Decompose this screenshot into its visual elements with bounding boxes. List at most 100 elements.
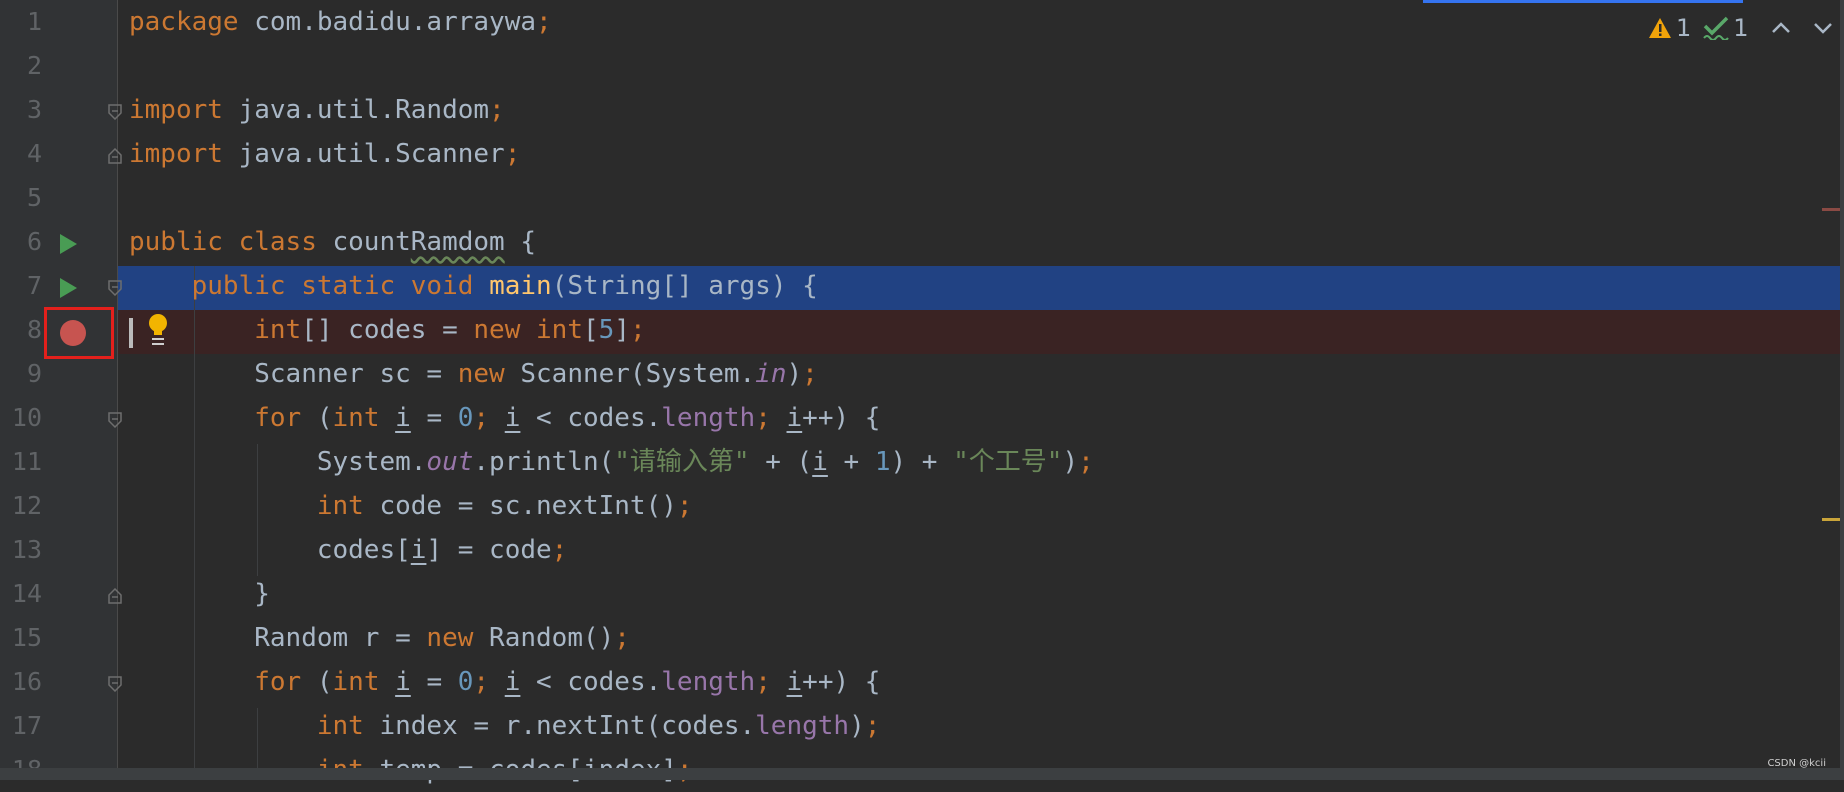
code-token: = — [410, 667, 458, 697]
code-line[interactable]: 10 for (int i = 0; i < codes.length; i++… — [0, 396, 1844, 440]
code-line[interactable]: 16 for (int i = 0; i < codes.length; i++… — [0, 660, 1844, 704]
code-line[interactable]: 14 } — [0, 572, 1844, 616]
code-line[interactable]: 6 public class countRamdom { — [0, 220, 1844, 264]
line-number[interactable]: 15 — [0, 616, 42, 660]
typo-check-icon — [1703, 16, 1730, 40]
previous-highlight-icon[interactable] — [1769, 18, 1793, 38]
code-line[interactable]: 17 int index = r.nextInt(codes.length); — [0, 704, 1844, 748]
code-token: i — [395, 403, 411, 433]
code-token: i — [786, 403, 803, 433]
code-token: Random() — [489, 623, 615, 653]
inspection-widget[interactable]: 1 1 — [1648, 12, 1835, 44]
watermark: CSDN @kcii — [1767, 758, 1826, 769]
code-line[interactable]: 1 package com.badidu.arraywa; — [0, 0, 1844, 44]
navigation-bar-indicator — [1423, 0, 1743, 3]
line-number[interactable]: 17 — [0, 704, 42, 748]
code-line[interactable]: 4 import java.util.Scanner; — [0, 132, 1844, 176]
code-line[interactable]: 7 public static void main(String[] args)… — [0, 264, 1844, 308]
typos-indicator[interactable]: 1 — [1703, 14, 1749, 42]
line-number[interactable]: 8 — [0, 308, 42, 352]
run-main-icon[interactable] — [60, 278, 77, 298]
code-line[interactable]: 13 codes[i] = code; — [0, 528, 1844, 572]
code-token: ) + — [890, 447, 954, 477]
code-text[interactable]: } — [129, 572, 270, 616]
code-token: int — [316, 491, 380, 521]
code-token: java.util.Scanner — [238, 139, 505, 169]
code-text[interactable]: System.out.println("请输入第" + (i + 1) + "个… — [129, 440, 1094, 484]
code-token: main — [489, 271, 552, 301]
fold-icon[interactable] — [108, 280, 122, 296]
line-number[interactable]: 1 — [0, 0, 42, 44]
code-token: codes[ — [316, 535, 411, 565]
line-number[interactable]: 12 — [0, 484, 42, 528]
line-number[interactable]: 2 — [0, 44, 42, 88]
code-line[interactable]: 3 import java.util.Random; — [0, 88, 1844, 132]
fold-end-icon[interactable] — [108, 148, 122, 164]
lightbulb-icon[interactable] — [146, 312, 170, 348]
line-number[interactable]: 10 — [0, 396, 42, 440]
vertical-scrollbar[interactable] — [1840, 0, 1844, 768]
error-stripe-mark[interactable] — [1822, 208, 1840, 211]
code-token: Ramdom — [410, 227, 505, 257]
code-text[interactable]: package com.badidu.arraywa; — [129, 0, 552, 44]
fold-icon[interactable] — [108, 104, 122, 120]
code-line[interactable]: 9 Scanner sc = new Scanner(System.in); — [0, 352, 1844, 396]
line-number[interactable]: 6 — [0, 220, 42, 264]
code-line[interactable]: 8 int[] codes = new int[5]; — [0, 308, 1844, 352]
run-class-icon[interactable] — [60, 234, 77, 254]
code-line[interactable]: 11 System.out.println("请输入第" + (i + 1) +… — [0, 440, 1844, 484]
line-number[interactable]: 3 — [0, 88, 42, 132]
code-token: length — [755, 711, 850, 741]
breakpoint-annotation-frame — [44, 307, 114, 359]
line-number[interactable]: 9 — [0, 352, 42, 396]
next-highlight-icon[interactable] — [1811, 18, 1835, 38]
line-number[interactable]: 5 — [0, 176, 42, 220]
code-token: int — [536, 315, 583, 345]
code-token: public — [129, 227, 239, 257]
code-text[interactable]: public static void main(String[] args) { — [129, 264, 818, 308]
code-text[interactable]: Scanner sc = new Scanner(System.in); — [129, 352, 818, 396]
code-editor[interactable]: 1 package com.badidu.arraywa; 2 3 import jav… — [0, 0, 1844, 785]
code-token: ( — [316, 403, 333, 433]
line-number[interactable]: 13 — [0, 528, 42, 572]
code-text[interactable]: codes[i] = code; — [129, 528, 567, 572]
fold-icon[interactable] — [108, 676, 122, 692]
line-number[interactable]: 14 — [0, 572, 42, 616]
code-token: new — [426, 623, 490, 653]
code-text[interactable]: import java.util.Random; — [129, 88, 505, 132]
code-text[interactable]: public class countRamdom { — [129, 220, 536, 264]
code-text[interactable]: int code = sc.nextInt(); — [129, 484, 693, 528]
code-line[interactable]: 15 Random r = new Random(); — [0, 616, 1844, 660]
code-token: ; — [676, 491, 693, 521]
code-text[interactable]: for (int i = 0; i < codes.length; i++) { — [129, 396, 880, 440]
code-token: i — [786, 667, 803, 697]
code-token: static — [301, 271, 411, 301]
code-token: ; — [629, 315, 646, 345]
code-text[interactable]: for (int i = 0; i < codes.length; i++) { — [129, 660, 880, 704]
code-token: ; — [473, 403, 505, 433]
code-token: ) — [849, 711, 865, 741]
code-line[interactable]: 5 — [0, 176, 1844, 220]
warnings-indicator[interactable]: 1 — [1648, 14, 1691, 42]
code-token: ] = code — [426, 535, 552, 565]
fold-icon[interactable] — [108, 412, 122, 428]
code-text[interactable]: int index = r.nextInt(codes.length); — [129, 704, 881, 748]
line-number[interactable]: 4 — [0, 132, 42, 176]
line-number[interactable]: 7 — [0, 264, 42, 308]
line-number[interactable]: 16 — [0, 660, 42, 704]
fold-end-icon[interactable] — [108, 588, 122, 604]
code-line[interactable]: 2 — [0, 44, 1844, 88]
code-text[interactable]: Random r = new Random(); — [129, 616, 630, 660]
line-number[interactable]: 11 — [0, 440, 42, 484]
code-line[interactable]: 12 int code = sc.nextInt(); — [0, 484, 1844, 528]
code-text[interactable]: import java.util.Scanner; — [129, 132, 520, 176]
code-token: ; — [864, 711, 881, 741]
code-text[interactable]: int[] codes = new int[5]; — [129, 308, 646, 352]
code-token: ; — [802, 359, 818, 389]
warning-stripe-mark[interactable] — [1822, 518, 1840, 521]
code-token: java.util.Random — [238, 95, 490, 125]
code-token: ] — [614, 315, 630, 345]
code-token: 0 — [457, 667, 474, 697]
